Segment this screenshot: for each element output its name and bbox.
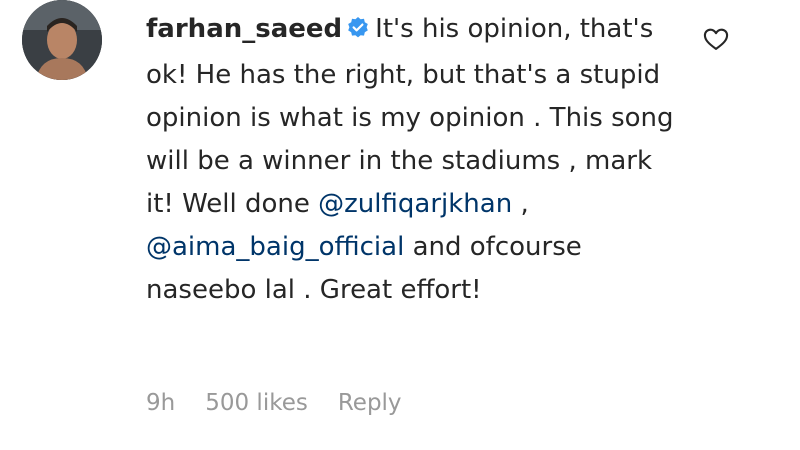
comment-meta: 9h 500 likes Reply bbox=[146, 390, 432, 416]
likes-count[interactable]: 500 likes bbox=[205, 390, 308, 416]
username-link[interactable]: farhan_saeed bbox=[146, 14, 342, 44]
mention-aima-baig-official[interactable]: @aima_baig_official bbox=[146, 232, 404, 262]
comment: farhan_saeed It's his opinion, that's ok!… bbox=[0, 0, 800, 450]
avatar[interactable] bbox=[22, 0, 102, 80]
comment-time: 9h bbox=[146, 390, 176, 416]
comment-body: farhan_saeed It's his opinion, that's ok!… bbox=[146, 8, 676, 312]
mention-zulfiqarjkhan[interactable]: @zulfiqarjkhan bbox=[318, 189, 512, 219]
avatar-image bbox=[22, 0, 102, 80]
like-heart-icon[interactable] bbox=[702, 25, 730, 53]
verified-badge-icon bbox=[346, 11, 370, 54]
comment-text: , bbox=[512, 189, 529, 219]
reply-button[interactable]: Reply bbox=[338, 390, 402, 416]
